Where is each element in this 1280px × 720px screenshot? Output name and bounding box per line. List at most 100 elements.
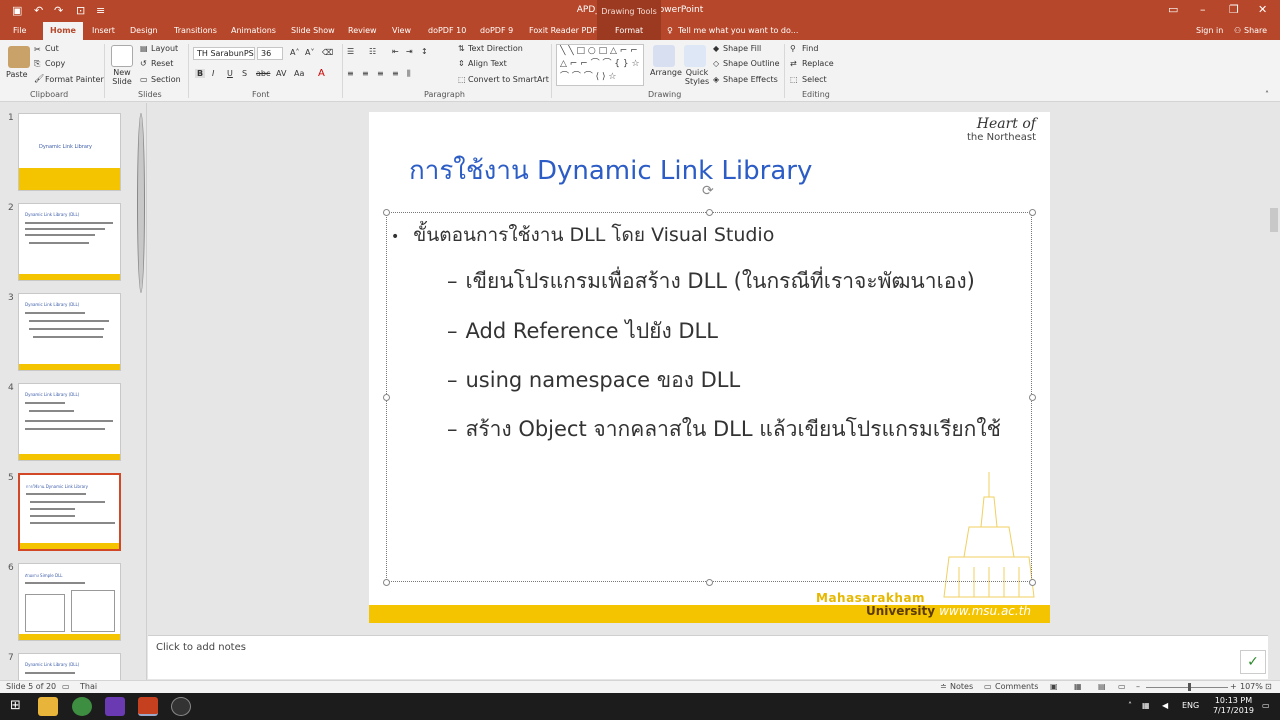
resize-handle[interactable] (1029, 579, 1036, 586)
tab-view[interactable]: View (392, 26, 411, 35)
bullets-icon[interactable]: ☰ (347, 47, 354, 56)
tab-transitions[interactable]: Transitions (174, 26, 217, 35)
resize-handle[interactable] (706, 209, 713, 216)
tab-format[interactable]: Format (615, 26, 643, 35)
comments-toggle[interactable]: Comments (995, 682, 1038, 691)
notes-placeholder[interactable]: Click to add notes (156, 642, 246, 653)
spellcheck-icon[interactable]: ▭ (62, 682, 70, 691)
slide-canvas[interactable]: Heart of the Northeast การใช้งาน Dynamic… (369, 112, 1050, 623)
smartart-icon[interactable]: ⬚ (458, 75, 466, 84)
text-direction-button[interactable]: Text Direction (468, 44, 523, 53)
section-icon[interactable]: ▭ (140, 75, 148, 84)
check-icon[interactable]: ✓ (1240, 650, 1266, 674)
zoom-out-icon[interactable]: – (1136, 682, 1140, 691)
replace-icon[interactable]: ⇄ (790, 59, 797, 68)
cut-button[interactable]: Cut (45, 44, 59, 53)
tab-review[interactable]: Review (348, 26, 377, 35)
resize-handle[interactable] (383, 394, 390, 401)
thumbnails-scrollbar[interactable] (136, 103, 146, 680)
cut-icon[interactable]: ✂ (34, 45, 41, 54)
section-button[interactable]: Section (151, 75, 181, 84)
chrome-icon[interactable] (72, 697, 92, 716)
thumbnail-slide-4[interactable]: Dynamic Link Library (DLL) (18, 383, 121, 461)
tab-design[interactable]: Design (130, 26, 158, 35)
find-icon[interactable]: ⚲ (790, 44, 796, 53)
zoom-in-icon[interactable]: + (1230, 682, 1237, 691)
close-icon[interactable]: ✕ (1258, 3, 1267, 16)
select-button[interactable]: Select (802, 75, 827, 84)
format-painter-button[interactable]: Format Painter (45, 75, 104, 84)
columns-icon[interactable]: ⫼ (407, 69, 411, 79)
visual-studio-icon[interactable] (105, 697, 125, 716)
shape-effects-icon[interactable]: ◈ (713, 75, 719, 84)
tab-file[interactable]: File (13, 26, 26, 35)
collapse-ribbon-icon[interactable]: ˄ (1265, 90, 1269, 99)
tab-home[interactable]: Home (43, 22, 83, 40)
notification-icon[interactable]: ▭ (1262, 701, 1270, 710)
normal-view-icon[interactable]: ▣ (1050, 682, 1058, 691)
resize-handle[interactable] (383, 579, 390, 586)
reset-button[interactable]: Reset (151, 59, 173, 68)
network-icon[interactable]: ▦ (1142, 701, 1150, 710)
shadow-icon[interactable]: S (242, 69, 247, 78)
tab-dopdf10[interactable]: doPDF 10 (428, 26, 466, 35)
quick-styles-button[interactable]: Quick Styles (683, 68, 711, 86)
numbering-icon[interactable]: ☷ (369, 47, 376, 56)
zoom-level[interactable]: 107% (1240, 682, 1263, 691)
thumbnail-slide-5[interactable]: การใช้งาน Dynamic Link Library (18, 473, 121, 551)
file-explorer-icon[interactable] (38, 697, 58, 716)
arrange-button[interactable]: Arrange (650, 68, 682, 77)
powerpoint-icon[interactable] (138, 697, 158, 716)
scroll-thumb[interactable] (137, 113, 145, 293)
reset-icon[interactable]: ↺ (140, 59, 147, 68)
windows-start-icon[interactable]: ⊞ (10, 698, 21, 713)
obs-icon[interactable] (171, 697, 191, 716)
font-size-box[interactable]: 36 (257, 47, 283, 60)
notes-toggle[interactable]: Notes (950, 682, 973, 691)
thumbnail-slide-3[interactable]: Dynamic Link Library (DLL) (18, 293, 121, 371)
align-text-icon[interactable]: ⇕ (458, 59, 465, 68)
bold-icon[interactable]: B (195, 69, 206, 78)
tray-chevron-icon[interactable]: ˄ (1128, 701, 1132, 710)
rotate-handle-icon[interactable]: ⟳ (702, 183, 714, 199)
thumbnail-slide-2[interactable]: Dynamic Link Library (DLL) (18, 203, 121, 281)
share-button[interactable]: Share (1244, 26, 1267, 35)
editor-scrollbar[interactable] (1268, 103, 1280, 633)
align-right-icon[interactable]: ≡ (377, 69, 384, 78)
align-center-icon[interactable]: ≡ (362, 69, 369, 78)
language-indicator[interactable]: Thai (80, 682, 97, 691)
tab-insert[interactable]: Insert (92, 26, 115, 35)
new-slide-button[interactable]: New Slide (110, 68, 134, 86)
underline-icon[interactable]: U (227, 69, 233, 78)
font-color-icon[interactable]: A (318, 68, 325, 79)
clock[interactable]: 10:13 PM 7/17/2019 (1213, 696, 1254, 716)
increase-indent-icon[interactable]: ⇥ (406, 47, 413, 56)
find-button[interactable]: Find (802, 44, 818, 53)
resize-handle[interactable] (1029, 394, 1036, 401)
new-slide-icon[interactable] (111, 45, 133, 67)
quick-styles-icon[interactable] (684, 45, 706, 67)
spacing-icon[interactable]: AV (276, 69, 286, 78)
tab-foxit[interactable]: Foxit Reader PDF (529, 26, 597, 35)
tab-slide-show[interactable]: Slide Show (291, 26, 335, 35)
layout-button[interactable]: Layout (151, 44, 178, 53)
tell-me-box[interactable]: Tell me what you want to do... (678, 26, 798, 35)
copy-icon[interactable]: ⎘ (34, 59, 40, 69)
text-direction-icon[interactable]: ⇅ (458, 44, 465, 53)
align-text-button[interactable]: Align Text (468, 59, 507, 68)
shapes-gallery[interactable]: ╲ ╲ □ ○ □ △ ⌐ ⌐ △ ⌐ ⌐ ⌒ ⌒ { } ☆ ⌒ ⌒ ⌒ ⟨ ⟩ … (556, 44, 644, 86)
paste-button[interactable]: Paste (6, 70, 28, 79)
tab-dopdf9[interactable]: doPDF 9 (480, 26, 513, 35)
tab-animations[interactable]: Animations (231, 26, 276, 35)
justify-icon[interactable]: ≡ (392, 69, 399, 78)
resize-handle[interactable] (706, 579, 713, 586)
zoom-slider-thumb[interactable] (1188, 683, 1191, 691)
sign-in-link[interactable]: Sign in (1196, 26, 1223, 35)
ribbon-display-icon[interactable]: ▭ (1168, 3, 1178, 16)
notes-pane[interactable]: Click to add notes (148, 635, 1268, 679)
slide-title[interactable]: การใช้งาน Dynamic Link Library (409, 150, 812, 191)
decrease-indent-icon[interactable]: ⇤ (392, 47, 399, 56)
paste-icon[interactable] (8, 46, 30, 68)
resize-handle[interactable] (1029, 209, 1036, 216)
shape-fill-button[interactable]: Shape Fill (723, 44, 761, 53)
